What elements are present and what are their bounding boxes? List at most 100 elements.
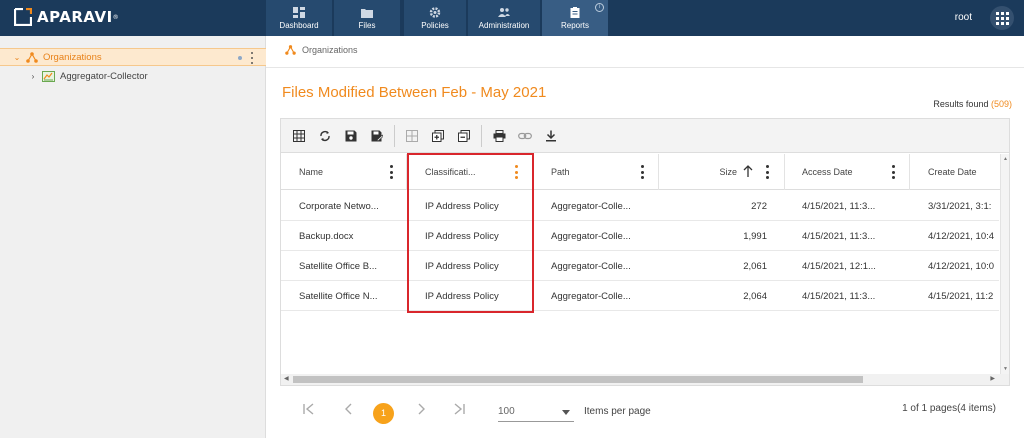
sort-ascending-icon[interactable] [743, 165, 753, 177]
toolbar-divider [481, 124, 482, 147]
cell-create-date: 4/12/2021, 10:0 [928, 260, 995, 272]
column-label: Access Date [802, 167, 853, 177]
nav-administration[interactable]: Administration [468, 0, 540, 36]
column-header-classification[interactable]: Classificati... [407, 154, 533, 190]
column-menu-icon[interactable] [515, 165, 518, 179]
breadcrumb-item[interactable]: Organizations [302, 45, 358, 55]
column-header-create-date[interactable]: Create Date [910, 154, 1009, 190]
add-item-button[interactable] [425, 123, 451, 149]
cell-classification: IP Address Policy [425, 200, 499, 212]
table-row[interactable]: Satellite Office B... IP Address Policy … [281, 251, 999, 281]
copy-icon [458, 129, 470, 142]
column-label: Size [719, 167, 737, 177]
download-button[interactable] [538, 123, 564, 149]
nav-dashboard[interactable]: Dashboard [266, 0, 332, 36]
tree-item-aggregator-collector[interactable]: › Aggregator-Collector [0, 67, 266, 85]
scrollbar-thumb[interactable] [293, 376, 863, 383]
column-header-access-date[interactable]: Access Date [784, 154, 910, 190]
merge-icon [406, 129, 418, 142]
nav-label: Policies [421, 20, 449, 30]
merge-cells-button[interactable] [399, 123, 425, 149]
cell-path: Aggregator-Colle... [551, 230, 631, 242]
first-page-button[interactable] [300, 402, 318, 420]
cell-create-date: 4/12/2021, 10:4 [928, 230, 995, 242]
organization-icon [285, 45, 296, 55]
nav-label: Administration [478, 20, 530, 30]
status-dot-icon [238, 56, 242, 60]
next-page-button[interactable] [412, 402, 430, 420]
current-user[interactable]: root [955, 12, 972, 23]
scroll-right-icon[interactable]: ▶ [990, 375, 995, 382]
dropdown-arrow-icon [562, 410, 570, 415]
cell-path: Aggregator-Colle... [551, 260, 631, 272]
cell-classification: IP Address Policy [425, 260, 499, 272]
chevron-right-icon[interactable]: › [28, 72, 38, 81]
cell-classification: IP Address Policy [425, 230, 499, 242]
nav-files[interactable]: Files [334, 0, 400, 36]
chevron-left-icon [345, 403, 352, 415]
table-row[interactable]: Backup.docx IP Address Policy Aggregator… [281, 221, 999, 251]
more-options-icon[interactable] [251, 52, 254, 64]
organization-icon [26, 51, 38, 63]
cell-create-date: 4/15/2021, 11:2 [928, 290, 994, 302]
cell-size: 2,064 [743, 290, 767, 302]
cell-path: Aggregator-Colle... [551, 200, 631, 212]
users-icon [498, 7, 510, 17]
column-menu-icon[interactable] [390, 165, 393, 179]
columns-grid-button[interactable] [286, 123, 312, 149]
cell-size: 2,061 [743, 260, 767, 272]
data-grid: Name Classificati... Path Size Access Da… [280, 118, 1010, 386]
aparavi-logo[interactable]: APARAVI ® [14, 8, 119, 26]
column-menu-icon[interactable] [641, 165, 644, 179]
scroll-up-icon[interactable]: ▲ [1003, 156, 1008, 162]
vertical-scrollbar[interactable]: ▲ ▼ [1000, 154, 1009, 384]
cell-access-date: 4/15/2021, 11:3... [802, 200, 876, 212]
cell-size: 272 [751, 200, 767, 212]
scroll-left-icon[interactable]: ◀ [284, 375, 289, 382]
collector-icon [42, 70, 55, 82]
cell-classification: IP Address Policy [425, 290, 499, 302]
nav-policies[interactable]: Policies [404, 0, 466, 36]
save-button[interactable] [338, 123, 364, 149]
nav-label: Dashboard [279, 20, 319, 30]
apps-grid-button[interactable] [990, 6, 1014, 30]
chevron-down-icon[interactable]: ⌄ [12, 53, 22, 62]
info-icon[interactable]: i [595, 3, 604, 12]
duplicate-button[interactable] [451, 123, 477, 149]
clipboard-icon [570, 6, 580, 18]
cell-name: Backup.docx [299, 230, 354, 242]
cell-name: Corporate Netwo... [299, 200, 379, 212]
scroll-down-icon[interactable]: ▼ [1003, 366, 1008, 372]
print-button[interactable] [486, 123, 512, 149]
column-menu-icon[interactable] [766, 165, 769, 179]
link-button[interactable] [512, 123, 538, 149]
cell-access-date: 4/15/2021, 11:3... [802, 290, 876, 302]
save-icon [345, 130, 357, 141]
registered-mark: ® [112, 13, 120, 21]
first-page-icon [303, 403, 314, 415]
tree-item-organizations[interactable]: ⌄ Organizations [0, 48, 266, 66]
column-header-name[interactable]: Name [281, 154, 407, 190]
download-icon [546, 130, 556, 141]
results-found: Results found (509) [933, 99, 1012, 109]
pagination: 1 100 Items per page 1 of 1 pages(4 item… [280, 388, 1010, 434]
save-as-button[interactable] [364, 123, 390, 149]
table-row[interactable]: Corporate Netwo... IP Address Policy Agg… [281, 191, 999, 221]
table-row[interactable]: Satellite Office N... IP Address Policy … [281, 281, 999, 311]
nav-reports[interactable]: Reports i [542, 0, 608, 36]
column-header-path[interactable]: Path [533, 154, 659, 190]
cell-name: Satellite Office N... [299, 290, 378, 302]
tree-label: Aggregator-Collector [60, 70, 148, 82]
breadcrumb: Organizations [285, 45, 358, 55]
horizontal-scrollbar[interactable]: ◀ ▶ [281, 374, 1009, 385]
refresh-icon [320, 130, 330, 141]
cell-create-date: 3/31/2021, 3:1: [928, 200, 992, 212]
refresh-button[interactable] [312, 123, 338, 149]
previous-page-button[interactable] [340, 402, 358, 420]
last-page-button[interactable] [450, 402, 468, 420]
table-header: Name Classificati... Path Size Access Da… [281, 154, 1009, 190]
page-size-select[interactable]: 100 [498, 404, 574, 422]
current-page[interactable]: 1 [373, 403, 394, 424]
column-menu-icon[interactable] [892, 165, 895, 179]
print-icon [493, 129, 505, 142]
